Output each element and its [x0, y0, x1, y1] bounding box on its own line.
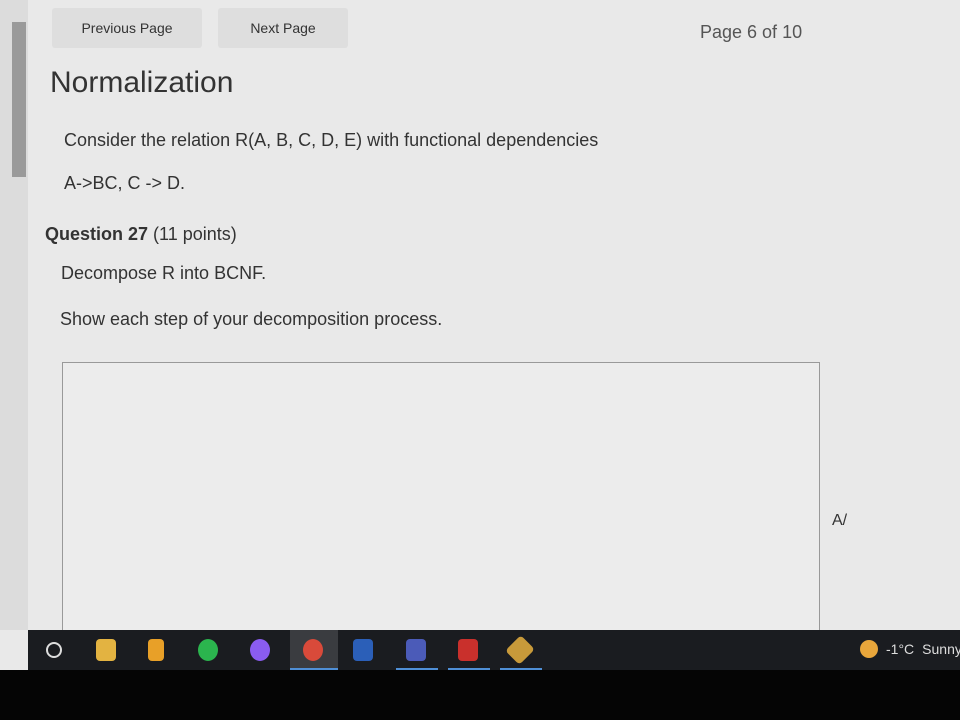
previous-page-button[interactable]: Previous Page	[52, 8, 202, 48]
google-keep-icon[interactable]	[148, 639, 164, 661]
file-explorer-icon[interactable]	[96, 639, 116, 661]
page-indicator: Page 6 of 10	[700, 22, 803, 42]
acrobat-icon[interactable]	[458, 639, 478, 661]
weather-condition: Sunny	[922, 641, 960, 657]
question-prompt: Decompose R into BCNF.	[61, 263, 267, 283]
answer-textarea[interactable]	[62, 362, 820, 644]
weather-temp: -1°C	[886, 641, 915, 657]
sun-icon	[860, 640, 878, 658]
chrome-icon[interactable]	[303, 639, 323, 661]
screen-bezel	[0, 670, 960, 720]
question-points: (11 points)	[153, 224, 237, 244]
git-icon[interactable]	[505, 635, 535, 665]
section-title: Normalization	[50, 66, 234, 99]
weather-widget[interactable]: -1°C Sunny	[860, 640, 960, 658]
spellcheck-icon[interactable]: A/	[832, 512, 847, 530]
search-icon[interactable]	[46, 642, 62, 658]
question-label: Question 27	[45, 224, 149, 244]
spotify-icon[interactable]	[198, 639, 218, 661]
taskbar	[28, 630, 960, 670]
scrollbar-thumb[interactable]	[12, 22, 26, 177]
teams-icon[interactable]	[406, 639, 426, 661]
intro-text: Consider the relation R(A, B, C, D, E) w…	[64, 130, 599, 150]
question-header: Question 27 (11 points)	[45, 224, 237, 245]
scrollbar[interactable]	[0, 0, 28, 630]
dependencies-text: A->BC, C -> D.	[64, 173, 186, 193]
word-icon[interactable]	[353, 639, 373, 661]
question-instructions: Show each step of your decomposition pro…	[60, 309, 443, 329]
messenger-icon[interactable]	[250, 639, 270, 661]
next-page-button[interactable]: Next Page	[218, 8, 348, 48]
